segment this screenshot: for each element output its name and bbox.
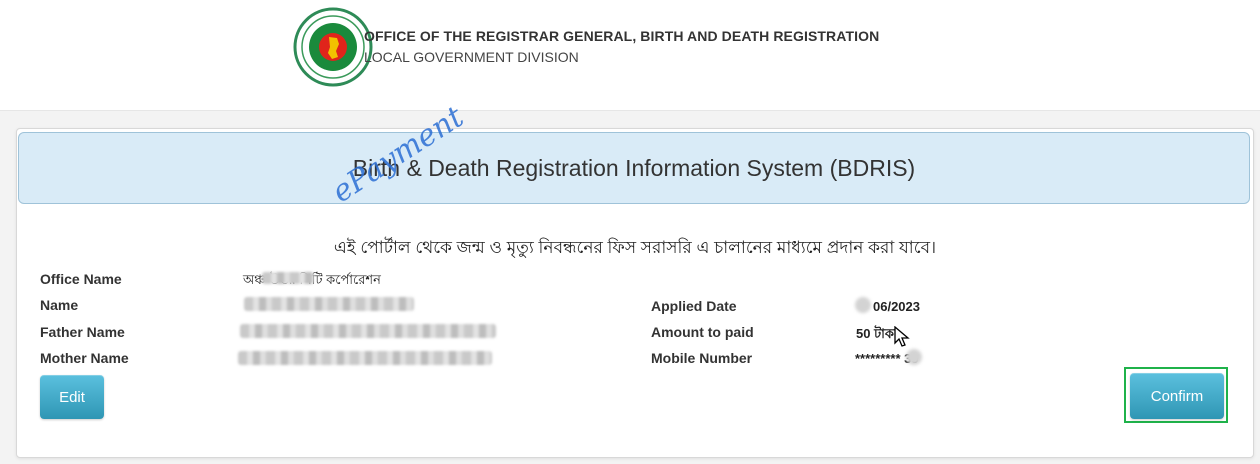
applied-date-value: 06/2023 [873, 299, 920, 314]
amount-label: Amount to paid [651, 324, 754, 340]
name-label: Name [40, 297, 79, 313]
redacted-mother-name [238, 351, 492, 365]
system-title: Birth & Death Registration Information S… [352, 155, 916, 181]
government-seal-icon [293, 7, 373, 87]
applied-date-label: Applied Date [651, 298, 737, 314]
office-name-label: Office Name [40, 271, 122, 287]
amount-value: 50 টাকা [856, 326, 898, 341]
edit-button[interactable]: Edit [40, 375, 104, 419]
redacted-office-part [262, 272, 314, 284]
redacted-name [244, 297, 414, 311]
father-name-label: Father Name [40, 324, 125, 340]
redacted-mobile-part [906, 349, 922, 365]
office-subtitle: LOCAL GOVERNMENT DIVISION [364, 49, 579, 65]
redacted-date-part [855, 297, 871, 313]
mobile-number-label: Mobile Number [651, 350, 753, 366]
redacted-father-name [240, 324, 496, 338]
confirm-button[interactable]: Confirm [1130, 373, 1224, 419]
site-header: OFFICE OF THE REGISTRAR GENERAL, BIRTH A… [0, 0, 1260, 111]
payment-notice: এই পোর্টাল থেকে জন্ম ও মৃত্যু নিবন্ধনের … [333, 238, 937, 257]
panel-heading: Birth & Death Registration Information S… [18, 132, 1250, 204]
mouse-cursor-icon [894, 326, 910, 347]
mother-name-label: Mother Name [40, 350, 129, 366]
office-title: OFFICE OF THE REGISTRAR GENERAL, BIRTH A… [364, 28, 880, 44]
